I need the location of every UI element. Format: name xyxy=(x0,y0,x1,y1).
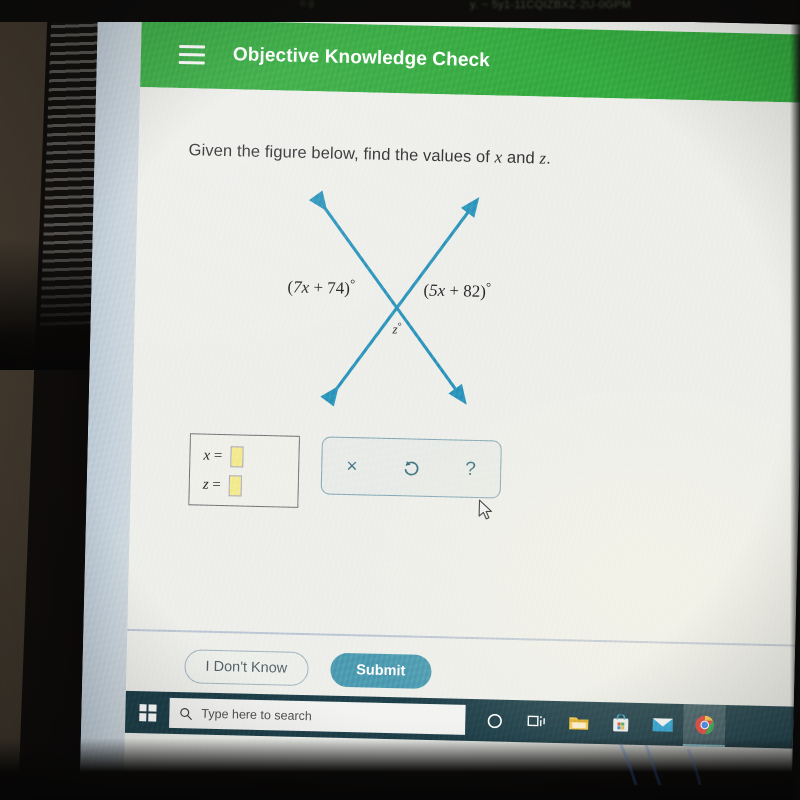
browser-url-left-fragment: o g xyxy=(300,0,314,9)
figure-svg xyxy=(308,190,480,407)
laptop-screen: Objective Knowledge Check Given the figu… xyxy=(79,8,800,800)
angle-label-right: (5x + 82)° xyxy=(423,279,491,302)
question-prompt: Given the figure below, find the values … xyxy=(188,140,551,169)
prompt-prefix: Given the figure below, find the values … xyxy=(188,141,495,167)
undo-arrow-icon[interactable] xyxy=(394,458,428,478)
search-magnifier-icon xyxy=(180,707,192,720)
answer-var-z: z xyxy=(202,476,209,493)
answer-box: x = z = xyxy=(188,433,300,508)
browser-url-fragment: y. ~ 5y1-11CQIZBXZ-2U-0GPM xyxy=(470,0,632,11)
answer-label-z: z = xyxy=(203,477,221,494)
angle-figure: (7x + 74)° (5x + 82)° z° xyxy=(192,178,618,428)
right-coefficient: 5x xyxy=(428,280,446,300)
prompt-middle: and xyxy=(502,148,540,168)
left-coefficient: 7x xyxy=(292,277,310,297)
right-plus: + xyxy=(444,280,464,301)
angle-label-left: (7x + 74)° xyxy=(287,276,355,299)
x-input-field[interactable] xyxy=(230,446,244,468)
help-question-icon[interactable]: ? xyxy=(453,458,487,479)
question-content-area: Given the figure below, find the values … xyxy=(125,87,800,707)
submit-button[interactable]: Submit xyxy=(329,652,432,690)
mouse-cursor xyxy=(478,499,495,527)
clear-x-icon[interactable]: × xyxy=(335,455,369,476)
right-degree-symbol: ° xyxy=(485,280,492,295)
desk-blue-marking xyxy=(612,739,732,792)
answer-row-x: x = xyxy=(203,446,244,468)
z-degree-symbol: ° xyxy=(397,321,402,333)
windows-start-icon[interactable] xyxy=(125,691,170,734)
task-view-icon[interactable] xyxy=(515,700,558,743)
answer-row-z: z = xyxy=(203,475,243,497)
answer-toolbar: × ? xyxy=(320,436,502,499)
answer-equals-z: = xyxy=(212,476,222,494)
hamburger-menu-icon[interactable] xyxy=(178,44,206,65)
left-plus: + xyxy=(308,277,328,298)
photo-of-laptop-screen: Objective Knowledge Check Given the figu… xyxy=(0,0,800,800)
search-placeholder-text: Type here to search xyxy=(201,706,313,724)
photo-right-shadow xyxy=(790,0,800,800)
page-title: Objective Knowledge Check xyxy=(232,44,491,72)
left-constant: 74 xyxy=(327,278,345,298)
angle-label-bottom: z° xyxy=(392,321,401,338)
i-dont-know-button[interactable]: I Don't Know xyxy=(184,649,309,687)
left-degree-symbol: ° xyxy=(349,277,356,292)
answer-equals-x: = xyxy=(213,447,223,465)
right-constant: 82 xyxy=(463,281,481,301)
z-input-field[interactable] xyxy=(228,475,243,497)
answer-label-x: x = xyxy=(203,448,222,465)
cortana-circle-icon[interactable] xyxy=(473,699,516,742)
taskbar-search-input[interactable]: Type here to search xyxy=(169,697,466,735)
prompt-suffix: . xyxy=(546,149,552,168)
answer-var-x: x xyxy=(203,447,211,464)
